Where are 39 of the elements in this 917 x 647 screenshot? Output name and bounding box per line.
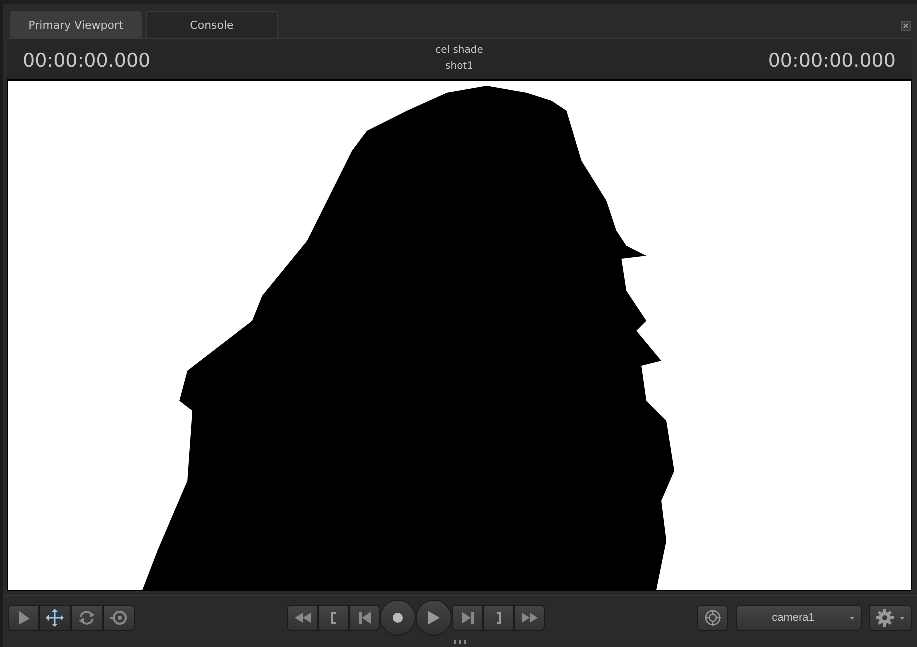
caret-icon <box>900 616 905 620</box>
right-bracket-icon <box>496 612 502 624</box>
panel-tab[interactable]: Console <box>146 11 278 38</box>
pointer-icon <box>16 610 30 626</box>
play-button[interactable] <box>416 600 452 636</box>
frame-camera-button[interactable] <box>697 605 728 632</box>
select-tool-button[interactable] <box>8 605 39 632</box>
orbit-tool-button[interactable] <box>103 605 135 632</box>
crosshair-icon <box>704 610 720 626</box>
double-right-arrow-icon <box>522 613 538 624</box>
left-bracket-icon <box>330 612 336 624</box>
record-button[interactable] <box>380 600 416 636</box>
settings-icon <box>876 609 894 628</box>
move-arrows-icon <box>46 609 64 628</box>
double-left-arrow-icon <box>294 613 310 624</box>
rotate-tool-button[interactable] <box>71 605 103 632</box>
go-to-end-button[interactable] <box>452 605 483 632</box>
scene-title: cel shade <box>436 44 484 58</box>
dot-icon <box>393 613 403 624</box>
skip-forward-icon <box>462 612 474 624</box>
close-icon[interactable] <box>901 21 911 31</box>
resize-grip[interactable] <box>454 640 466 644</box>
camera-dropdown[interactable]: camera1 <box>736 605 862 632</box>
fast-forward-button[interactable] <box>514 605 545 632</box>
settings-button[interactable] <box>869 605 912 632</box>
play-icon <box>428 611 440 626</box>
skip-back-icon <box>358 612 370 624</box>
move-tool-button[interactable] <box>39 605 71 632</box>
timecode: 00:00:00.000 <box>768 50 896 72</box>
target-circle-icon <box>110 610 128 626</box>
panel-tab[interactable]: Primary Viewport <box>10 11 142 38</box>
rotate-arrows-icon <box>78 610 96 626</box>
mark-out-button[interactable] <box>483 605 514 632</box>
rewind-button[interactable] <box>287 605 318 632</box>
shot-name: shot1 <box>446 60 474 74</box>
timecode: 00:00:00.000 <box>23 50 151 72</box>
caret-icon <box>850 616 855 620</box>
mark-in-button[interactable] <box>318 605 349 632</box>
go-to-start-button[interactable] <box>349 605 380 632</box>
